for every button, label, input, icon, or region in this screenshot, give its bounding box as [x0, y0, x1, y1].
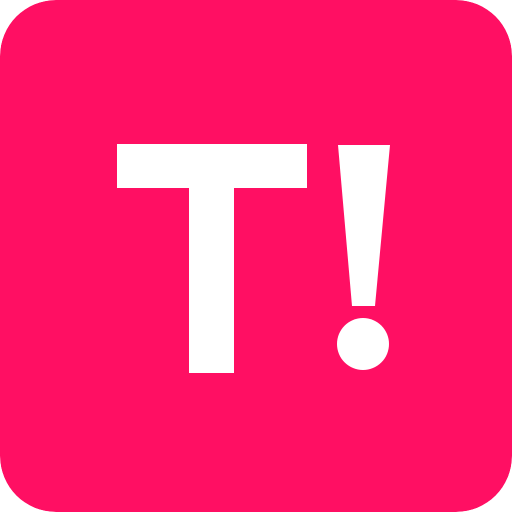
app-icon[interactable]: T! [0, 0, 512, 512]
app-icon-canvas: T! [0, 0, 512, 512]
logo-background [0, 0, 512, 512]
logo-graphic [0, 0, 512, 512]
logo-exclamation-dot [337, 318, 389, 370]
